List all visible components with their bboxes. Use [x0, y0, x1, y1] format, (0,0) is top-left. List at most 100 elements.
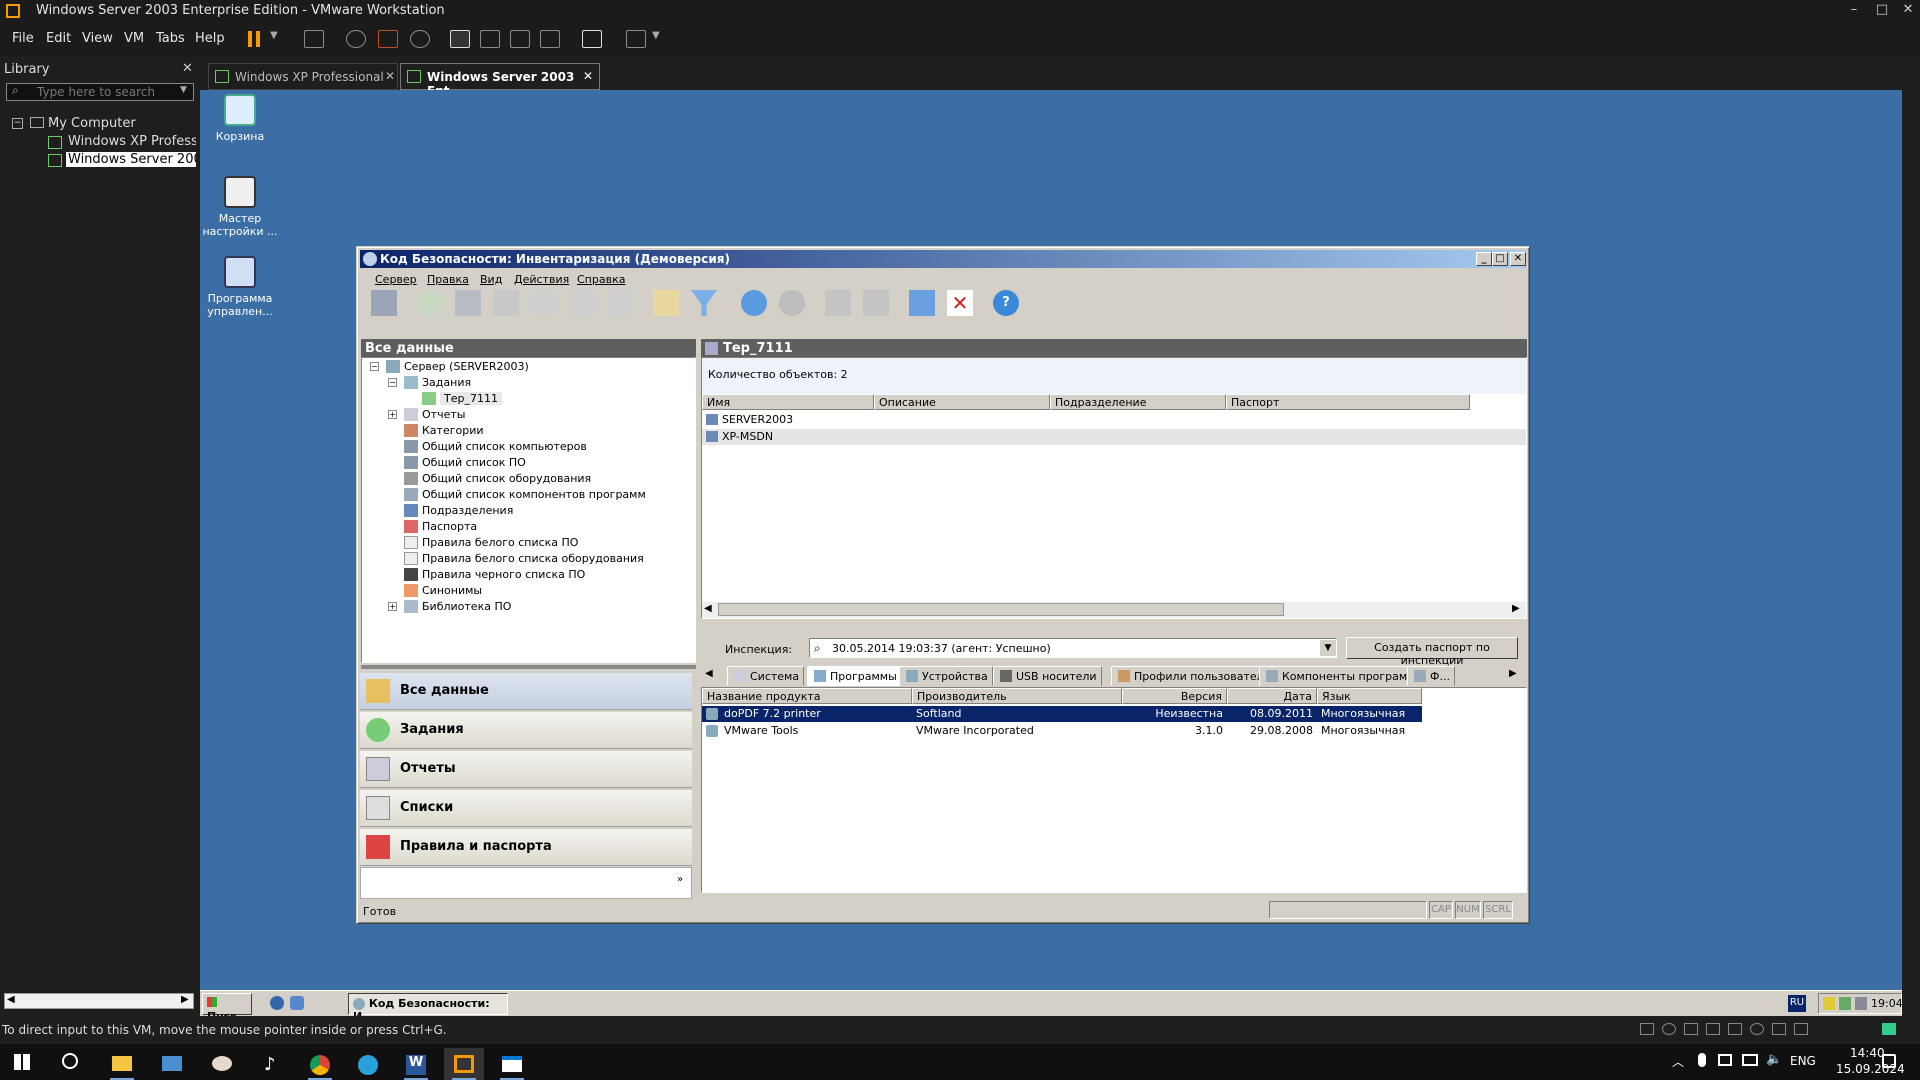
send-ctrl-alt-del-icon[interactable]	[304, 30, 324, 48]
music-app-icon[interactable]: ♪	[252, 1048, 292, 1080]
tree-reports[interactable]: Отчеты	[404, 408, 465, 421]
message-log-icon[interactable]	[1882, 1023, 1896, 1035]
column-install-date[interactable]: Дата установки	[1227, 688, 1317, 716]
tabs-scroll-right-icon[interactable]: ▶	[1509, 668, 1517, 679]
column-department[interactable]: Подразделение	[1050, 394, 1226, 410]
scrollbar-thumb[interactable]	[718, 603, 1284, 616]
table-row[interactable]: XP-MSDN	[702, 429, 1526, 445]
column-version[interactable]: Версия	[1122, 688, 1227, 704]
show-library-icon[interactable]	[450, 30, 470, 48]
word-icon[interactable]: W	[396, 1048, 436, 1080]
tab-windows-server-2003[interactable]: Windows Server 2003 Ent... ✕	[400, 63, 600, 98]
host-clock[interactable]: 14:40	[1850, 1046, 1885, 1060]
pause-icon[interactable]	[248, 31, 260, 47]
menu-edit[interactable]: Edit	[46, 31, 71, 46]
ie-icon[interactable]	[270, 996, 284, 1010]
tree-hardware[interactable]: Общий список оборудования	[404, 472, 591, 485]
arrow-forward-icon[interactable]	[779, 290, 805, 316]
run-icon[interactable]	[825, 290, 851, 316]
tree-tasks[interactable]: Задания	[404, 376, 471, 389]
library-close-icon[interactable]: ✕	[182, 61, 193, 76]
column-name[interactable]: Имя	[702, 394, 874, 410]
tab-devices[interactable]: Устройства	[899, 666, 993, 686]
app-minimize-button[interactable]: _	[1476, 252, 1492, 266]
edit-computer-icon[interactable]	[531, 290, 557, 316]
table-row[interactable]: VMware Tools VMware Incorporated 3.1.0 2…	[702, 723, 1422, 739]
library-search-input[interactable]: Type here to search	[6, 83, 194, 101]
paint-app-icon[interactable]	[202, 1048, 242, 1080]
cancel-icon[interactable]: ✕	[947, 290, 973, 316]
chevron-down-icon[interactable]: ▼	[1320, 640, 1336, 656]
taskbar-app-button[interactable]: Код Безопасности: И...	[348, 993, 508, 1023]
expand-toggle-icon[interactable]: −	[370, 362, 379, 371]
stop-icon[interactable]	[863, 290, 889, 316]
menu-view[interactable]: Вид	[480, 273, 502, 286]
menu-file[interactable]: File	[12, 31, 34, 46]
collapse-icon[interactable]: −	[12, 118, 23, 129]
library-horizontal-scrollbar[interactable]: ◀ ▶	[4, 993, 194, 1009]
pause-dropdown-icon[interactable]: ▼	[270, 30, 278, 41]
tree-software[interactable]: Общий список ПО	[404, 456, 526, 469]
tab-programs[interactable]: Программы	[807, 666, 902, 686]
add-group-icon[interactable]	[493, 290, 519, 316]
arrow-back-icon[interactable]	[741, 290, 767, 316]
expand-toggle-icon[interactable]: −	[388, 378, 397, 387]
tree-server[interactable]: Сервер (SERVER2003)	[386, 360, 529, 373]
app-maximize-button[interactable]: □	[1492, 252, 1508, 266]
tree-whitelist-software[interactable]: Правила белого списка ПО	[404, 536, 578, 549]
tray-app-icon[interactable]	[1839, 997, 1851, 1010]
chevron-up-icon[interactable]: ︿	[1672, 1053, 1684, 1070]
notifications-icon[interactable]	[1882, 1054, 1896, 1068]
scroll-left-icon[interactable]: ◀	[704, 603, 712, 614]
windows-start-icon[interactable]	[14, 1054, 30, 1070]
table-row-selected[interactable]: doPDF 7.2 printer Softland Неизвестна 08…	[702, 706, 1422, 722]
scroll-left-icon[interactable]: ◀	[7, 994, 15, 1005]
stretch-guest-icon[interactable]	[626, 30, 646, 48]
properties-icon[interactable]	[653, 290, 679, 316]
library-item-win2003[interactable]: Windows Server 2003 Enterprise Edition	[66, 152, 196, 167]
column-description[interactable]: Описание	[874, 394, 1050, 410]
maximize-button[interactable]: □	[1870, 2, 1894, 17]
new-task-icon[interactable]	[417, 290, 443, 316]
refresh-icon[interactable]	[909, 290, 935, 316]
tab-program-components[interactable]: Компоненты программ	[1259, 666, 1421, 686]
unity-icon[interactable]	[540, 30, 560, 48]
tabs-scroll-left-icon[interactable]: ◀	[705, 668, 713, 679]
table-row[interactable]: SERVER2003	[702, 412, 1526, 428]
tab-more[interactable]: Ф...	[1407, 666, 1455, 686]
delete-computer-icon[interactable]	[569, 290, 595, 316]
inspection-select[interactable]: ⌕ 30.05.2014 19:03:37 (агент: Успешно) ▼	[809, 638, 1337, 658]
snapshot-manager-icon[interactable]	[410, 30, 430, 48]
host-lang-indicator[interactable]: ENG	[1790, 1054, 1816, 1068]
search-dropdown-icon[interactable]: ▼	[180, 85, 187, 95]
start-button[interactable]: Пуск	[202, 993, 252, 1023]
nav-rules-passports-button[interactable]: Правила и паспорта	[360, 829, 692, 866]
splitter-handle[interactable]	[361, 665, 696, 669]
create-passport-button[interactable]: Создать паспорт по инспекции	[1346, 637, 1518, 667]
menu-help[interactable]: Help	[195, 31, 225, 46]
nav-lists-button[interactable]: Списки	[360, 790, 692, 827]
snapshot-icon[interactable]	[346, 30, 366, 48]
usb-tray-icon[interactable]	[1718, 1054, 1732, 1066]
tab-close-icon[interactable]: ✕	[385, 69, 395, 83]
tab-close-icon[interactable]: ✕	[583, 69, 593, 83]
menu-server[interactable]: Сервер	[375, 273, 417, 286]
library-root-my-computer[interactable]: My Computer	[48, 116, 136, 131]
menu-help[interactable]: Справка	[577, 273, 625, 286]
nav-tasks-button[interactable]: Задания	[360, 712, 692, 749]
menu-view[interactable]: View	[82, 31, 113, 46]
report-icon[interactable]	[607, 290, 633, 316]
menu-actions[interactable]: Действия	[514, 273, 569, 286]
tree-computers[interactable]: Общий список компьютеров	[404, 440, 587, 453]
telegram-icon[interactable]	[348, 1048, 388, 1080]
tab-usb[interactable]: USB носители	[993, 666, 1102, 686]
nav-all-data-button[interactable]: Все данные	[360, 673, 692, 710]
console-view-icon[interactable]	[582, 30, 602, 48]
stretch-dropdown-icon[interactable]: ▼	[652, 30, 660, 41]
help-icon[interactable]: ?	[993, 290, 1019, 316]
close-button[interactable]: ✕	[1896, 2, 1920, 17]
explorer-icon[interactable]	[290, 996, 304, 1010]
tree-blacklist-software[interactable]: Правила черного списка ПО	[404, 568, 585, 581]
chevron-down-icon[interactable]: »	[677, 874, 683, 885]
tab-windows-xp[interactable]: Windows XP Professional ✕	[208, 63, 398, 90]
